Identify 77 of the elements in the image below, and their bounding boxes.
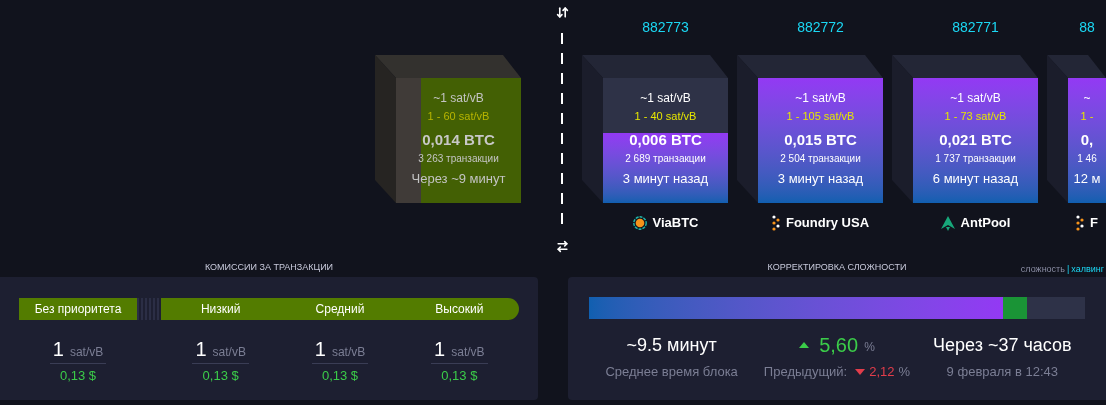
median-fee: ~1 sat/vB [950, 90, 1001, 106]
fee-range: 1 - 40 sat/vB [634, 109, 697, 124]
block-time: 12 м [1073, 170, 1101, 188]
median-fee: ~1 sat/vB [795, 90, 846, 106]
fee-unit: sat/vB [331, 344, 366, 361]
coin-icon [632, 216, 647, 230]
mined-block[interactable]: ~ 1 - 0, 1 46 12 м [1068, 78, 1106, 203]
stat-value: ~9.5 минут [626, 334, 717, 357]
fee-unit: sat/vB [69, 344, 104, 361]
fee-range: 1 - 73 sat/vB [944, 109, 1007, 124]
transaction-count: 2 689 транзакции [625, 152, 706, 166]
fee-usd: 0,13 $ [441, 367, 478, 385]
block-time: 3 минут назад [622, 170, 709, 188]
fee-value: 1 [314, 337, 326, 361]
previous-change: 2,12 [869, 363, 895, 382]
stat-value: Через ~37 часов [933, 334, 1072, 357]
mined-block[interactable]: ~1 sat/vB 1 - 105 sat/vB 0,015 BTC 2 504 транзакции 3 минут назад [758, 78, 883, 203]
tier-label: Без приоритета [19, 298, 137, 320]
stat-caption: Предыдущий: [763, 363, 848, 382]
section-title: КОМИССИИ ЗА ТРАНЗАКЦИИ [204, 260, 334, 274]
fee-usd: 0,13 $ [59, 367, 97, 385]
tab-separator: | [1066, 263, 1070, 276]
block-height[interactable]: 882773 [642, 17, 689, 38]
block-time: 6 минут назад [932, 170, 1019, 188]
pending-block[interactable]: ~1 sat/vB 1 - 60 sat/vB 0,014 BTC 3 263 транзакции Через ~9 минут [396, 78, 521, 203]
fee-range: 1 - 60 sat/vB [427, 109, 490, 124]
swap-vertical-icon[interactable] [555, 6, 569, 19]
pool-name[interactable]: ViaBTC [652, 213, 699, 233]
dots-icon [1076, 215, 1084, 231]
fee-value: 1 [434, 337, 446, 361]
transaction-count: 1 737 транзакции [935, 152, 1016, 166]
fee-usd: 0,13 $ [321, 367, 359, 385]
fee-value: 1 [195, 337, 207, 361]
tree-icon [940, 215, 955, 231]
mined-block[interactable]: ~1 sat/vB 1 - 73 sat/vB 0,021 BTC 1 737 транзакции 6 минут назад [913, 78, 1038, 203]
total-fees: 0,014 BTC [422, 130, 495, 150]
striped-gap [137, 298, 161, 320]
stat-caption: Среднее время блока [605, 363, 738, 381]
pool-name[interactable]: AntPool [960, 213, 1011, 233]
fee-range: 1 - [1080, 109, 1094, 124]
block-height[interactable]: 882771 [952, 17, 999, 38]
fee-unit: sat/vB [212, 344, 246, 361]
tier-label: Средний [314, 301, 366, 318]
swap-horizontal-icon[interactable] [555, 240, 569, 253]
view-tab[interactable]: халвинг [1071, 263, 1104, 277]
stat-caption: 9 февраля в 12:43 [946, 363, 1059, 381]
tier-label: Низкий [199, 301, 242, 318]
percent-sign: % [864, 339, 875, 356]
block-height[interactable]: 88 [1079, 17, 1095, 38]
fee-value: 1 [52, 337, 64, 361]
total-fees: 0,021 BTC [939, 130, 1012, 150]
total-fees: 0,015 BTC [784, 130, 857, 150]
total-fees: 0,006 BTC [629, 130, 702, 150]
block-time: Через ~9 минут [411, 170, 506, 188]
median-fee: ~1 sat/vB [433, 90, 484, 106]
transaction-count: 1 46 [1077, 152, 1097, 166]
percent-sign: % [898, 363, 911, 382]
dots-icon [771, 215, 780, 231]
transaction-count: 3 263 транзакции [418, 152, 499, 166]
fee-range: 1 - 105 sat/vB [786, 109, 855, 124]
block-height[interactable]: 882772 [797, 17, 844, 38]
block-time: 3 минут назад [777, 170, 864, 188]
total-fees: 0, [1080, 130, 1094, 150]
view-tab[interactable]: сложность [1020, 263, 1065, 277]
change-value: 5,60 [819, 333, 859, 358]
pool-name[interactable]: F [1090, 213, 1098, 233]
down-arrow-icon [855, 369, 866, 375]
section-title: КОРРЕКТИРОВКА СЛОЖНОСТИ [767, 260, 907, 274]
up-arrow-icon [799, 342, 810, 348]
tier-label: Высокий [434, 301, 485, 318]
median-fee: ~1 sat/vB [640, 90, 691, 106]
transaction-count: 2 504 транзакции [780, 152, 861, 166]
fee-usd: 0,13 $ [202, 367, 239, 385]
fee-unit: sat/vB [451, 344, 485, 361]
mined-block[interactable]: ~1 sat/vB 1 - 40 sat/vB 0,006 BTC 2 689 транзакции 3 минут назад [603, 78, 728, 203]
pool-name[interactable]: Foundry USA [785, 213, 870, 233]
median-fee: ~ [1083, 90, 1091, 106]
